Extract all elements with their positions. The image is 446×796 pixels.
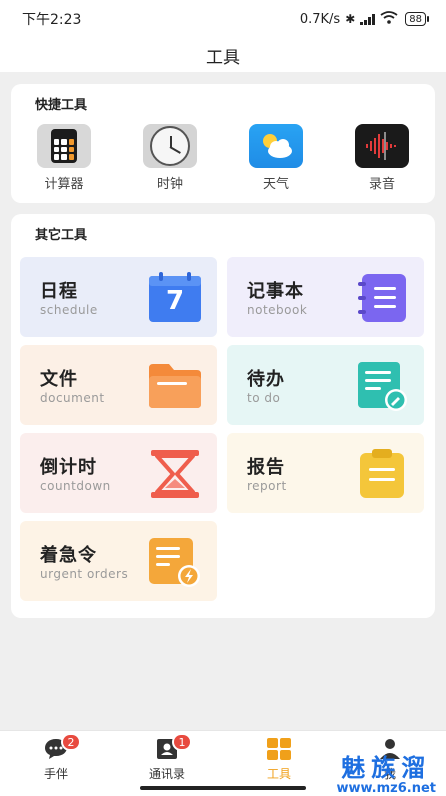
tool-subtitle: urgent orders (40, 567, 129, 581)
tool-urgent-orders[interactable]: 着急令 urgent orders (20, 521, 217, 601)
signal-icon (360, 13, 376, 25)
tool-schedule[interactable]: 日程 schedule 7 (20, 257, 217, 337)
status-bar: 下午2:23 0.7K/s ✱ 88 (0, 0, 446, 38)
watermark-url: www.mz6.net (336, 781, 436, 796)
tool-name: 记事本 (247, 281, 304, 302)
quick-item-calculator[interactable]: 计算器 (11, 124, 117, 192)
urgent-icon (147, 536, 203, 588)
tool-subtitle: report (247, 479, 287, 493)
tab-contacts[interactable]: 1 通讯录 (127, 733, 207, 782)
tool-subtitle: schedule (40, 303, 98, 317)
calculator-icon (37, 124, 91, 168)
tab-label: 通讯录 (148, 767, 185, 781)
clock-icon (143, 124, 197, 168)
quick-item-weather[interactable]: 天气 (223, 124, 329, 192)
notebook-icon (354, 272, 410, 324)
tool-document[interactable]: 文件 document (20, 345, 217, 425)
page-header: 工具 (0, 38, 446, 72)
other-tools-card: 其它工具 日程 schedule 7 记事本 notebook 文件 docum… (11, 214, 435, 618)
quick-item-label: 天气 (262, 177, 289, 192)
recorder-icon (355, 124, 409, 168)
weather-icon (249, 124, 303, 168)
tool-notebook[interactable]: 记事本 notebook (227, 257, 424, 337)
calendar-icon: 7 (147, 272, 203, 324)
chat-icon: 2 (43, 733, 81, 761)
tab-label: 工具 (266, 767, 291, 781)
contacts-icon: 1 (154, 733, 192, 761)
quick-item-label: 录音 (368, 177, 395, 192)
watermark-brand: 魅族溜 (341, 754, 432, 782)
tool-todo[interactable]: 待办 to do (227, 345, 424, 425)
folder-icon (147, 360, 203, 412)
hourglass-icon (147, 448, 203, 500)
home-indicator (140, 786, 306, 790)
quick-item-label: 计算器 (44, 177, 84, 192)
tab-companion[interactable]: 2 手伴 (16, 733, 96, 782)
tool-name: 文件 (40, 369, 78, 390)
tool-name: 倒计时 (40, 457, 97, 478)
battery-icon: 88 (405, 12, 429, 26)
status-icons: 0.7K/s ✱ 88 (299, 10, 429, 28)
tool-report[interactable]: 报告 report (227, 433, 424, 513)
quick-item-recorder[interactable]: 录音 (329, 124, 435, 192)
unread-badge: 1 (172, 733, 192, 751)
calendar-day: 7 (165, 286, 185, 316)
tool-subtitle: countdown (40, 479, 111, 493)
tab-label: 手伴 (43, 767, 68, 781)
page-title: 工具 (206, 47, 240, 68)
clipboard-icon (354, 448, 410, 500)
tool-name: 报告 (247, 457, 285, 478)
tool-subtitle: to do (247, 391, 281, 405)
quick-item-label: 时钟 (156, 177, 183, 192)
tools-icon (266, 737, 292, 761)
bluetooth-icon: ✱ (345, 12, 356, 26)
tab-tools[interactable]: 工具 (239, 737, 319, 782)
wifi-icon (380, 10, 398, 28)
tool-subtitle: notebook (247, 303, 308, 317)
quick-tools-title: 快捷工具 (35, 98, 88, 113)
tool-countdown[interactable]: 倒计时 countdown (20, 433, 217, 513)
quick-tools-card: 快捷工具 计算器 时钟 天气 录音 (11, 84, 435, 203)
other-tools-title: 其它工具 (35, 228, 88, 243)
tool-name: 待办 (247, 369, 285, 390)
tool-subtitle: document (40, 391, 105, 405)
network-speed: 0.7K/s (299, 11, 341, 27)
unread-badge: 2 (61, 733, 81, 751)
status-time: 下午2:23 (22, 12, 82, 28)
tool-name: 日程 (40, 281, 78, 302)
todo-icon (354, 360, 410, 412)
watermark: 魅族溜 www.mz6.net (336, 748, 436, 796)
tool-name: 着急令 (40, 545, 97, 566)
quick-item-clock[interactable]: 时钟 (117, 124, 223, 192)
